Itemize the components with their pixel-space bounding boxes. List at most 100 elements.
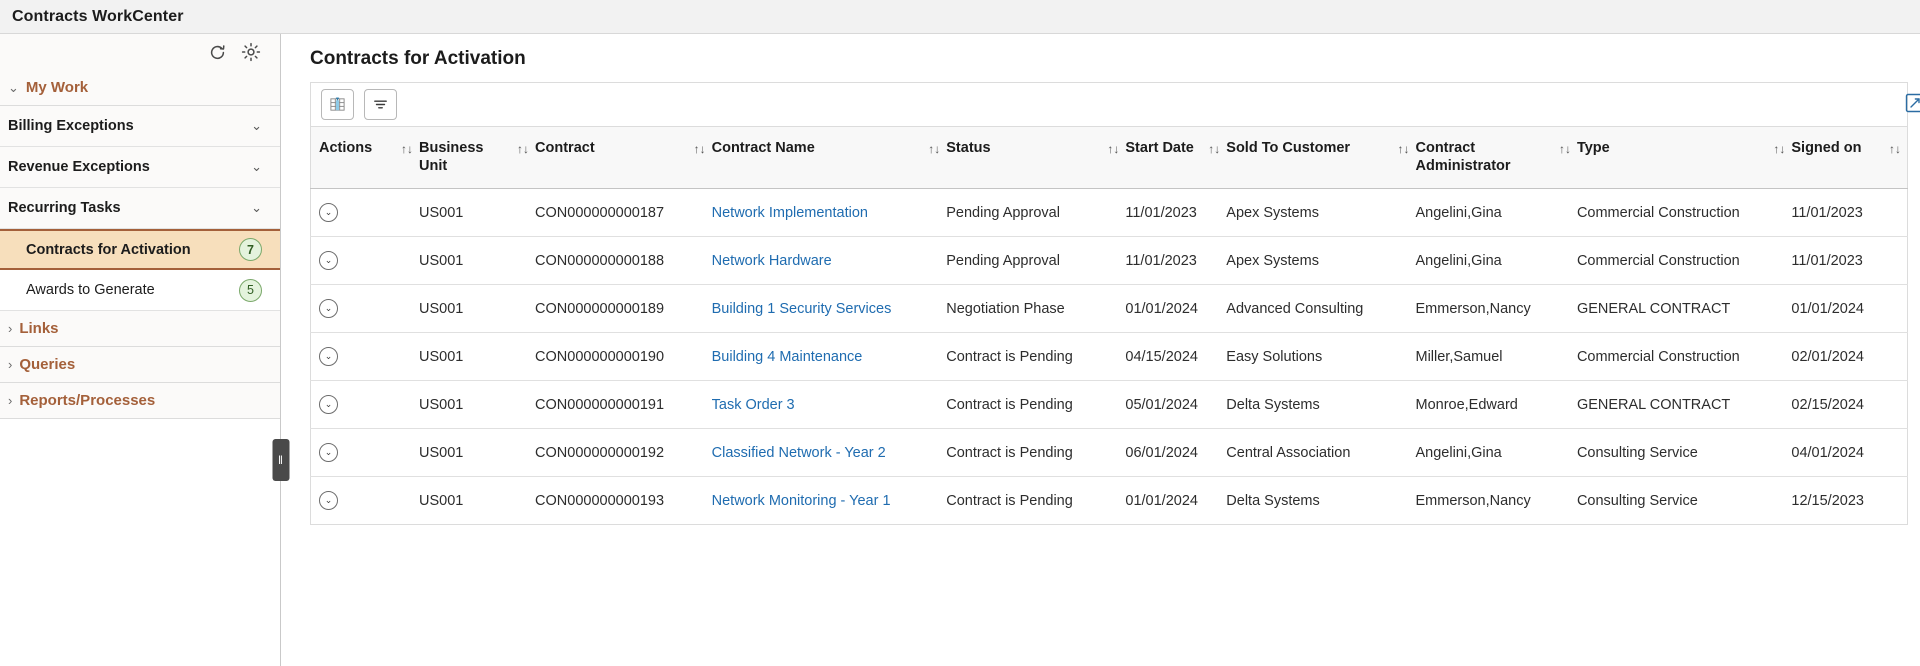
column-header-contract-administrator[interactable]: Contract Administrator ↑↓ — [1415, 126, 1577, 190]
row-action-chevron-down-icon[interactable]: ⌄ — [319, 347, 338, 367]
row-action-chevron-down-icon[interactable]: ⌄ — [319, 203, 338, 223]
column-header-label: Contract — [535, 140, 595, 156]
sidebar-item-label: Recurring Tasks — [8, 200, 121, 216]
cell-signed-on: 12/15/2023 — [1791, 492, 1864, 509]
sidebar-group-my-work[interactable]: ⌄ My Work — [0, 70, 280, 106]
sidebar-item-contracts-for-activation[interactable]: Contracts for Activation 7 — [0, 229, 280, 270]
cell-signed-on: 02/15/2024 — [1791, 380, 1908, 430]
cell-type: GENERAL CONTRACT — [1576, 380, 1792, 430]
table-header-row: Actions ↑↓ Business Unit ↑↓ Contract ↑↓ Contra… — [310, 126, 1908, 190]
sort-toggle-icon[interactable]: ↑↓ — [1397, 140, 1409, 156]
row-actions-cell: ⌄ — [310, 188, 419, 238]
row-action-chevron-down-icon[interactable]: ⌄ — [319, 251, 338, 271]
cell-start-date: 11/01/2023 — [1125, 188, 1227, 238]
sort-toggle-icon[interactable]: ↑↓ — [1107, 140, 1119, 156]
contract-name-link[interactable]: Classified Network - Year 2 — [712, 445, 886, 461]
refresh-icon[interactable] — [206, 41, 228, 63]
table-head: Actions ↑↓ Business Unit ↑↓ Contract ↑↓ Contra… — [310, 126, 1908, 190]
cell-business-unit: US001 — [418, 284, 536, 334]
sort-toggle-icon[interactable]: ↑↓ — [694, 140, 706, 156]
status-badge: 5 — [239, 278, 262, 302]
chart-view-button[interactable] — [321, 89, 354, 120]
column-header-signed-on[interactable]: Signed on ↑↓ — [1791, 126, 1908, 190]
row-actions-cell: ⌄ — [310, 236, 419, 286]
row-action-chevron-down-icon[interactable]: ⌄ — [319, 299, 338, 319]
cell-start-date: 01/01/2024 — [1125, 492, 1198, 509]
sort-toggle-icon[interactable]: ↑↓ — [1208, 140, 1220, 156]
chevron-right-icon: › — [8, 321, 13, 336]
filter-button[interactable] — [364, 89, 397, 120]
column-header-label: Actions — [319, 140, 373, 156]
chevron-down-icon[interactable]: ⌄ — [251, 159, 262, 175]
sidebar-collapse-handle[interactable]: ‖ — [272, 439, 290, 481]
contract-name-link[interactable]: Network Hardware — [712, 253, 832, 269]
sidebar-item-label: Revenue Exceptions — [8, 159, 150, 175]
cell-business-unit: US001 — [418, 428, 536, 478]
cell-type: Commercial Construction — [1576, 188, 1792, 238]
sidebar-group-queries[interactable]: › Queries — [0, 347, 280, 383]
row-actions-cell: ⌄ — [310, 332, 419, 382]
grid-scroll-area[interactable]: Actions ↑↓ Business Unit ↑↓ Contract ↑↓ Contra… — [310, 126, 1908, 526]
cell-contract-name: Building 1 Security Services — [711, 284, 947, 334]
cell-start-date: 11/01/2023 — [1125, 236, 1227, 286]
sort-toggle-icon[interactable]: ↑↓ — [1889, 140, 1901, 156]
status-badge: 7 — [239, 238, 262, 261]
chevron-down-icon: ⌄ — [8, 80, 19, 95]
cell-signed-on: 04/01/2024 — [1791, 428, 1908, 478]
sidebar-item-revenue-exceptions[interactable]: Revenue Exceptions ⌄ — [0, 147, 280, 188]
contract-name-link[interactable]: Building 1 Security Services — [712, 301, 892, 317]
table-row: ⌄ US001 CON000000000187 Network Implementat… — [310, 188, 1908, 238]
cell-contract: CON000000000193 — [535, 492, 665, 509]
gear-icon[interactable] — [240, 41, 262, 63]
sidebar-item-awards-to-generate[interactable]: Awards to Generate 5 — [0, 270, 280, 311]
page-title: Contracts WorkCenter — [12, 7, 184, 25]
row-actions-cell: ⌄ — [310, 428, 419, 478]
sort-toggle-icon[interactable]: ↑↓ — [928, 140, 940, 156]
contract-name-link[interactable]: Network Implementation — [712, 205, 868, 221]
row-action-chevron-down-icon[interactable]: ⌄ — [319, 443, 338, 463]
column-header-sold-to-customer[interactable]: Sold To Customer ↑↓ — [1226, 126, 1416, 190]
table-row: ⌄ US001 CON000000000192 Classified Network … — [310, 428, 1908, 478]
column-header-business-unit[interactable]: Business Unit ↑↓ — [418, 126, 536, 190]
cell-type: Consulting Service — [1576, 492, 1698, 509]
column-header-contract[interactable]: Contract ↑↓ — [535, 126, 712, 190]
row-action-chevron-down-icon[interactable]: ⌄ — [319, 395, 338, 415]
cell-sold-to-customer: Apex Systems — [1226, 236, 1416, 286]
personalize-icon[interactable] — [1901, 89, 1920, 116]
cell-status: Contract is Pending — [946, 428, 1126, 478]
sort-toggle-icon[interactable]: ↑↓ — [401, 140, 413, 156]
cell-contract: CON000000000191 — [535, 380, 712, 430]
table-row: ⌄ US001 CON000000000193 Network Monitoring … — [311, 477, 1908, 525]
column-header-actions[interactable]: Actions ↑↓ — [310, 126, 419, 190]
contract-name-link[interactable]: Network Monitoring - Year 1 — [712, 493, 891, 509]
sidebar-group-links[interactable]: › Links — [0, 311, 280, 347]
cell-contract-administrator: Emmerson,Nancy — [1415, 492, 1531, 509]
sidebar-item-recurring-tasks[interactable]: Recurring Tasks ⌄ — [0, 188, 280, 229]
column-header-label: Status — [946, 140, 991, 156]
chevron-down-icon[interactable]: ⌄ — [251, 118, 262, 134]
sort-toggle-icon[interactable]: ↑↓ — [1559, 140, 1571, 156]
cell-start-date: 01/01/2024 — [1125, 284, 1227, 334]
cell-contract-administrator: Emmerson,Nancy — [1415, 284, 1577, 334]
cell-signed-on: 11/01/2023 — [1791, 236, 1908, 286]
column-header-contract-name[interactable]: Contract Name ↑↓ — [711, 126, 947, 190]
cell-contract: CON000000000189 — [535, 284, 712, 334]
row-action-chevron-down-icon[interactable]: ⌄ — [319, 491, 338, 511]
cell-type: Commercial Construction — [1576, 332, 1792, 382]
sort-toggle-icon[interactable]: ↑↓ — [1773, 140, 1785, 156]
app-header: Contracts WorkCenter — [0, 0, 1920, 34]
chevron-down-icon[interactable]: ⌄ — [251, 200, 262, 216]
grid-toolbar — [310, 82, 1908, 126]
column-header-status[interactable]: Status ↑↓ — [946, 126, 1126, 190]
cell-sold-to-customer: Delta Systems — [1226, 492, 1320, 509]
column-header-start-date[interactable]: Start Date ↑↓ — [1125, 126, 1227, 190]
sidebar-group-reports-processes[interactable]: › Reports/Processes — [0, 383, 280, 419]
contract-name-link[interactable]: Building 4 Maintenance — [712, 349, 863, 365]
cell-sold-to-customer: Advanced Consulting — [1226, 284, 1416, 334]
sort-toggle-icon[interactable]: ↑↓ — [517, 140, 529, 156]
contract-name-link[interactable]: Task Order 3 — [712, 397, 795, 413]
column-header-type[interactable]: Type ↑↓ — [1576, 126, 1792, 190]
chevron-right-icon: › — [8, 393, 13, 408]
sidebar-item-label: Billing Exceptions — [8, 118, 134, 134]
sidebar-item-billing-exceptions[interactable]: Billing Exceptions ⌄ — [0, 106, 280, 147]
